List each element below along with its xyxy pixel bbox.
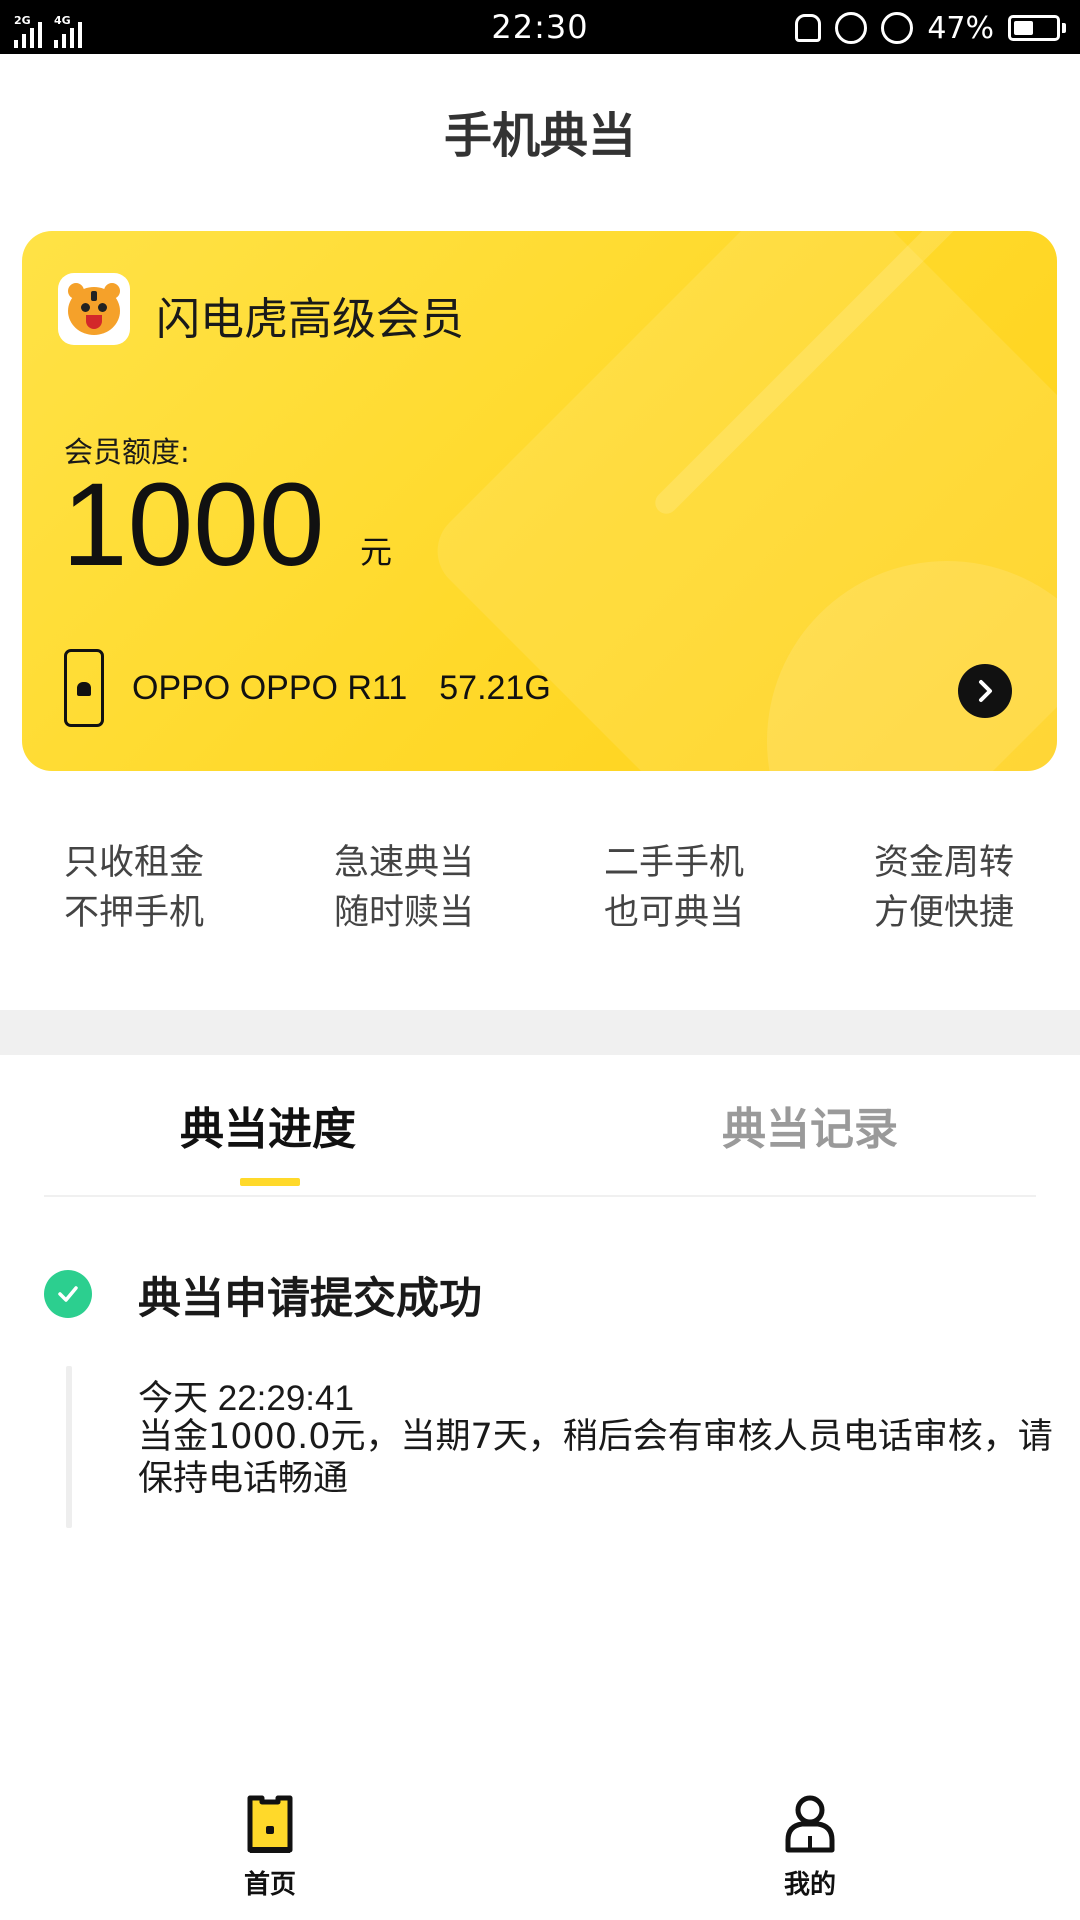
- nav-label: 首页: [243, 1870, 296, 1900]
- check-circle-icon: [44, 1270, 92, 1318]
- feature-item: 二手手机 也可典当: [604, 843, 745, 933]
- phone-home-icon: [247, 1795, 293, 1853]
- timeline-line: [66, 1366, 72, 1528]
- tab-divider: [44, 1195, 1036, 1197]
- nav-home[interactable]: 首页: [210, 1792, 330, 1901]
- battery-icon: [1008, 15, 1066, 41]
- status-bar: 2G 4G 22:30 47%: [0, 0, 1080, 54]
- feature-list: 只收租金 不押手机 急速典当 随时赎当 二手手机 也可典当 资金周转 方便快捷: [0, 838, 1080, 948]
- card-detail-button[interactable]: [958, 664, 1012, 718]
- battery-percent: 47%: [927, 10, 994, 46]
- membership-name: 闪电虎高级会员: [156, 294, 464, 345]
- device-storage: 57.21G: [439, 668, 551, 707]
- quota-value: 1000: [62, 459, 325, 591]
- tiger-logo-icon: [58, 273, 130, 345]
- chevron-right-icon: [979, 680, 992, 702]
- tab-pawn-records[interactable]: 典当记录: [722, 1093, 898, 1157]
- quota-unit: 元: [360, 533, 393, 571]
- alarm-icon: [881, 12, 914, 44]
- tab-pawn-progress[interactable]: 典当进度: [180, 1093, 356, 1157]
- step-timestamp: 今天 22:29:41: [138, 1379, 354, 1418]
- member-card[interactable]: 闪电虎高级会员 会员额度: 1000 元 OPPO OPPO R11 57.21…: [22, 231, 1057, 771]
- feature-item: 只收租金 不押手机: [64, 843, 205, 933]
- nav-mine[interactable]: 我的: [750, 1792, 870, 1901]
- status-icons: 47%: [795, 8, 1066, 48]
- mute-icon: [795, 14, 822, 42]
- section-divider: [0, 1010, 1080, 1055]
- android-phone-icon: [64, 649, 104, 727]
- feature-item: 急速典当 随时赎当: [334, 843, 475, 933]
- active-tab-indicator: [240, 1178, 300, 1186]
- nav-label: 我的: [783, 1870, 836, 1900]
- bottom-navigation: 首页 我的: [0, 1780, 1080, 1920]
- feature-item: 资金周转 方便快捷: [874, 843, 1015, 933]
- rotation-lock-icon: [835, 12, 868, 44]
- person-icon: [785, 1795, 835, 1853]
- device-info: OPPO OPPO R11 57.21G: [64, 648, 1024, 728]
- device-name: OPPO OPPO R11: [132, 668, 408, 707]
- step-title: 典当申请提交成功: [138, 1274, 482, 1324]
- tab-bar: 典当进度 典当记录: [0, 1055, 1080, 1197]
- step-description: 当金1000.0元，当期7天，稍后会有审核人员电话审核，请保持电话畅通: [138, 1417, 1053, 1499]
- page-title: 手机典当: [443, 108, 636, 164]
